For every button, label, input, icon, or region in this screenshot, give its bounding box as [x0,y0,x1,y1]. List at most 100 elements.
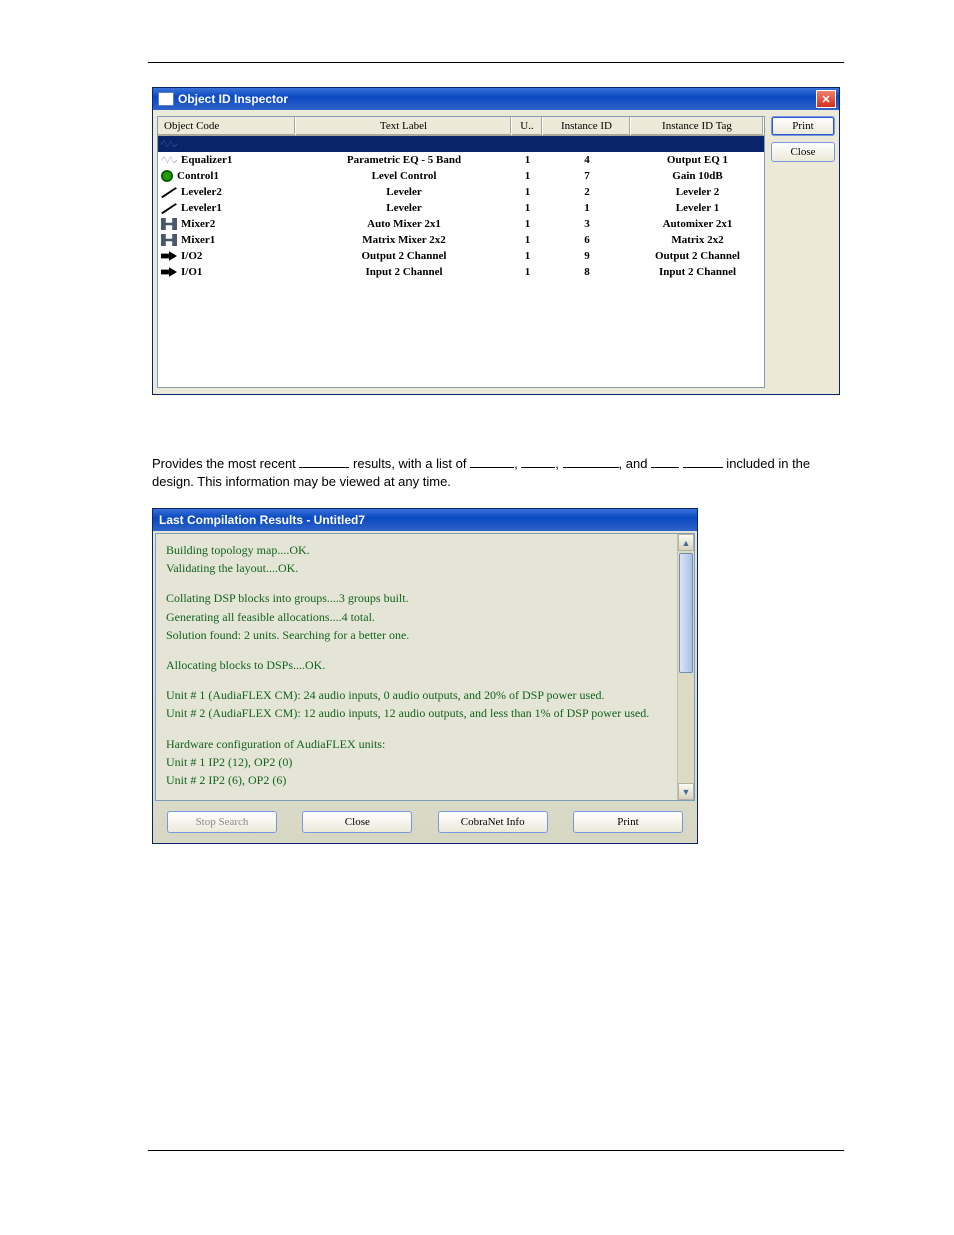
object-id-inspector-window: Object ID Inspector ✕ Object Code Text L… [152,87,840,395]
description-paragraph: Provides the most recent results, with a… [152,455,840,490]
result-line: Generating all feasible allocations....4… [166,609,667,625]
para-text: Provides the most recent [152,456,299,471]
cell-instance: 8 [543,266,631,278]
result-line: Unit # 1 IP2 (12), OP2 (0) [166,754,667,770]
cell-tag: Output EQ 1 [631,154,764,166]
results-buttons: Stop Search Close CobraNet Info Print [153,803,697,843]
table-row[interactable]: Leveler2 Leveler12Leveler 2 [158,184,764,200]
para-text: , [555,456,562,471]
cell-code: Leveler2 [181,186,222,198]
cell-label: Parametric EQ - 5 Band [296,154,512,166]
result-line: Collating DSP blocks into groups....3 gr… [166,590,667,606]
results-text: Building topology map....OK. Validating t… [156,534,677,800]
cell-code: I/O2 [181,250,202,262]
close-icon[interactable]: ✕ [816,90,836,108]
lvl-icon [161,202,177,214]
cobranet-info-button[interactable]: CobraNet Info [438,811,548,833]
result-line: Allocating blocks to DSPs....OK. [166,657,667,673]
table-row[interactable]: I/O2Output 2 Channel19Output 2 Channel [158,248,764,264]
cell-label: Leveler [296,202,512,214]
table-row[interactable]: Equalizer1 Parametric EQ - 5 Band14Output… [158,152,764,168]
close-button[interactable]: Close [771,142,835,162]
cell-code: Control1 [177,170,219,182]
scroll-down-icon[interactable]: ▼ [678,783,694,800]
table-row[interactable] [158,136,764,152]
scrollbar[interactable]: ▲ ▼ [677,534,694,800]
cell-instance: 7 [543,170,631,182]
side-buttons: Print Close [765,116,835,388]
window-title: Last Compilation Results - Untitled7 [159,513,365,527]
result-line: Validating the layout....OK. [166,560,667,576]
cell-instance: 3 [543,218,631,230]
table-row[interactable]: Mixer1Matrix Mixer 2x216Matrix 2x2 [158,232,764,248]
col-text-label[interactable]: Text Label [296,117,512,135]
titlebar[interactable]: Object ID Inspector ✕ [153,88,839,110]
col-instance-id[interactable]: Instance ID [543,117,631,135]
io-icon [161,266,177,278]
cell-unit: 1 [512,170,543,182]
table-row[interactable]: I/O1Input 2 Channel18Input 2 Channel [158,264,764,280]
table-rows: Equalizer1Parametric EQ - 5 Band14Output… [158,136,764,387]
print-button[interactable]: Print [771,116,835,136]
cell-tag: Gain 10dB [631,170,764,182]
col-object-code[interactable]: Object Code [158,117,296,135]
top-rule [148,62,844,63]
object-table: Object Code Text Label U.. Instance ID I… [157,116,765,388]
result-line: Solution found: 2 units. Searching for a… [166,627,667,643]
result-line: Building topology map....OK. [166,542,667,558]
results-body: Building topology map....OK. Validating t… [153,531,697,843]
cell-instance: 9 [543,250,631,262]
cell-unit: 1 [512,154,543,166]
mix-icon [161,234,177,246]
cell-code: Leveler1 [181,202,222,214]
cell-unit: 1 [512,202,543,214]
col-instance-tag[interactable]: Instance ID Tag [631,117,764,135]
cell-tag: Output 2 Channel [631,250,764,262]
result-line: Hardware configuration of AudiaFLEX unit… [166,736,667,752]
cell-tag: Matrix 2x2 [631,234,764,246]
close-button[interactable]: Close [302,811,412,833]
cell-instance: 6 [543,234,631,246]
blank-6 [683,455,723,468]
results-scroll-area: Building topology map....OK. Validating t… [155,533,695,801]
result-line: Unit # 2 (AudiaFLEX CM): 12 audio inputs… [166,705,667,721]
stop-search-button[interactable]: Stop Search [167,811,277,833]
cell-instance: 2 [543,186,631,198]
cell-label: Auto Mixer 2x1 [296,218,512,230]
mix-icon [161,218,177,230]
result-line: Unit # 1 (AudiaFLEX CM): 24 audio inputs… [166,687,667,703]
print-button[interactable]: Print [573,811,683,833]
cell-code: Equalizer1 [181,154,232,166]
window-title: Object ID Inspector [178,92,288,106]
cell-unit: 1 [512,218,543,230]
lvl-icon [161,186,177,198]
cell-label: Matrix Mixer 2x2 [296,234,512,246]
cell-unit: 1 [512,266,543,278]
col-unit[interactable]: U.. [512,117,543,135]
blank-2 [470,455,514,468]
cell-unit: 1 [512,186,543,198]
scroll-track[interactable] [678,551,694,783]
para-text: , [514,456,521,471]
table-row[interactable]: Leveler1Leveler11Leveler 1 [158,200,764,216]
cell-label: Leveler [296,186,512,198]
table-row[interactable]: Mixer2Auto Mixer 2x113Automixer 2x1 [158,216,764,232]
cell-tag: Leveler 2 [631,186,764,198]
table-row[interactable]: Control1 Level Control17Gain 10dB [158,168,764,184]
cell-code: Mixer1 [181,234,215,246]
cell-instance: 1 [543,202,631,214]
scroll-up-icon[interactable]: ▲ [678,534,694,551]
io-icon [161,250,177,262]
blank-3 [521,455,555,468]
cell-unit: 1 [512,250,543,262]
cell-instance: 4 [543,154,631,166]
cell-tag: Automixer 2x1 [631,218,764,230]
scroll-thumb[interactable] [679,553,693,673]
result-line: Unit # 2 IP2 (6), OP2 (6) [166,772,667,788]
cell-label: Output 2 Channel [296,250,512,262]
table-header: Object Code Text Label U.. Instance ID I… [158,117,764,136]
bottom-rule [148,1150,844,1151]
titlebar[interactable]: Last Compilation Results - Untitled7 [153,509,697,531]
cell-tag: Leveler 1 [631,202,764,214]
cell-label: Level Control [296,170,512,182]
